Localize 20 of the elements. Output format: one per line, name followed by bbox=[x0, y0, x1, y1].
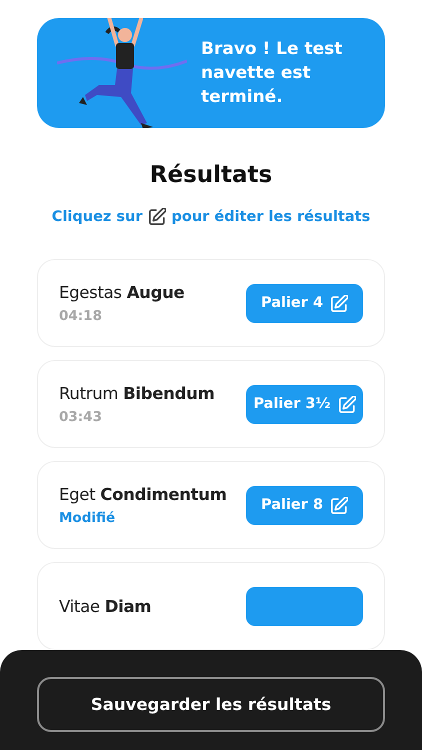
athlete-name: Eget Condimentum bbox=[59, 484, 227, 504]
hint-text: Cliquez sur bbox=[52, 208, 143, 224]
edit-icon bbox=[338, 396, 356, 412]
athlete-name: Vitae Diam bbox=[59, 596, 152, 616]
level-button[interactable]: Palier 3½ bbox=[246, 384, 363, 424]
athlete-name: Egestas Augue bbox=[59, 282, 184, 302]
time-label: 03:43 bbox=[59, 408, 103, 424]
athlete-name: Rutrum Bibendum bbox=[59, 384, 214, 402]
time-label: 04:18 bbox=[59, 308, 103, 324]
level-button[interactable]: Palier 8 bbox=[246, 486, 363, 524]
save-button[interactable]: Sauvegarder les résultats bbox=[37, 677, 385, 732]
banner-message: Bravo ! Le test navette est terminé. bbox=[201, 38, 344, 109]
hint-text: pour éditer les résultats bbox=[172, 208, 370, 224]
level-button[interactable]: Palier 4 bbox=[246, 284, 363, 322]
page-title: Résultats bbox=[150, 162, 272, 188]
edit-icon bbox=[148, 208, 166, 225]
edit-icon bbox=[331, 496, 348, 514]
modified-label: Modifié bbox=[59, 510, 116, 526]
edit-icon bbox=[331, 294, 348, 312]
level-button[interactable] bbox=[246, 586, 363, 626]
